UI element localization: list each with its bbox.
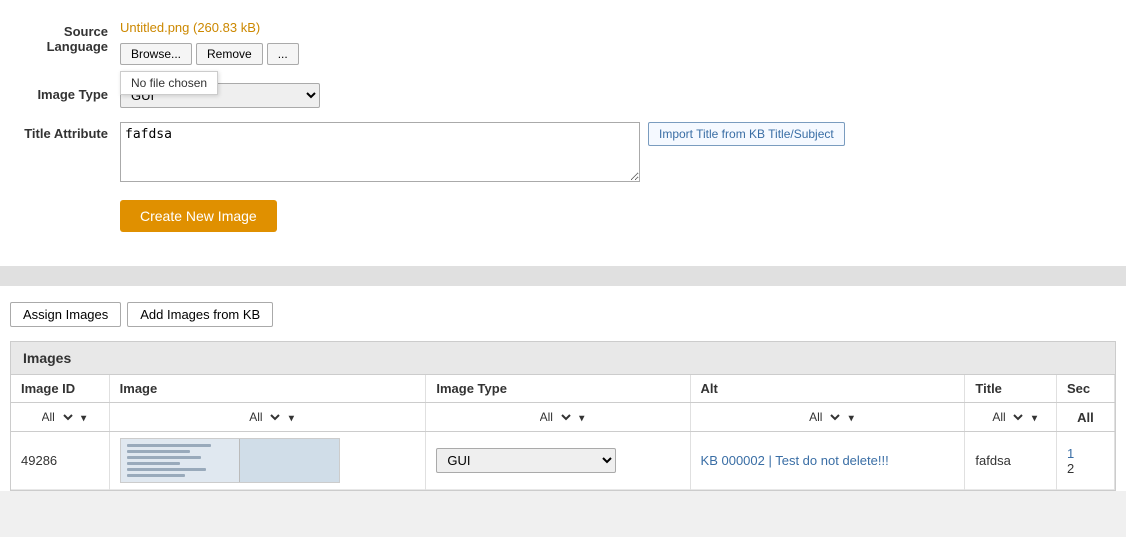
add-images-from-kb-button[interactable]: Add Images from KB: [127, 302, 273, 327]
chevron-down-icon-2: ▾: [289, 413, 294, 424]
image-type-cell-select[interactable]: GUI Screenshot Diagram: [436, 448, 616, 473]
chevron-down-icon: ▾: [81, 413, 86, 424]
sec-2-value: 2: [1067, 461, 1074, 476]
col-sec: Sec: [1056, 375, 1114, 403]
assign-images-button[interactable]: Assign Images: [10, 302, 121, 327]
source-language-label: Source Language: [10, 20, 120, 54]
create-new-image-button[interactable]: Create New Image: [120, 200, 277, 232]
chevron-down-icon-3: ▾: [579, 413, 584, 424]
cell-title: fafdsa: [965, 432, 1057, 490]
table-row: 49286: [11, 432, 1115, 490]
col-title: Title: [965, 375, 1057, 403]
cell-image-id: 49286: [11, 432, 109, 490]
cell-sec: 1 2: [1056, 432, 1114, 490]
browse-button[interactable]: Browse...: [120, 43, 192, 65]
alt-link[interactable]: KB 000002 | Test do not delete!!!: [701, 453, 889, 468]
remove-button[interactable]: Remove: [196, 43, 263, 65]
image-type-label: Image Type: [10, 83, 120, 102]
sec-1-link[interactable]: 1: [1067, 446, 1074, 461]
no-file-chosen-tooltip: No file chosen: [120, 71, 218, 95]
col-image-type: Image Type: [426, 375, 690, 403]
title-attribute-input[interactable]: fafdsa: [120, 122, 640, 182]
col-image-id: Image ID: [11, 375, 109, 403]
ellipsis-button[interactable]: ...: [267, 43, 299, 65]
filter-sec-all: All: [1077, 410, 1094, 425]
file-info: Untitled.png (260.83 kB): [120, 20, 1116, 35]
cell-image-type[interactable]: GUI Screenshot Diagram: [426, 432, 690, 490]
import-title-button[interactable]: Import Title from KB Title/Subject: [648, 122, 845, 146]
title-attribute-label: Title Attribute: [10, 122, 120, 141]
filter-image-type[interactable]: All: [532, 407, 574, 427]
col-alt: Alt: [690, 375, 965, 403]
col-image: Image: [109, 375, 426, 403]
filter-title[interactable]: All: [984, 407, 1026, 427]
filter-image-id[interactable]: All: [34, 407, 76, 427]
images-section-header: Images: [11, 342, 1115, 375]
filter-alt[interactable]: All: [801, 407, 843, 427]
cell-alt: KB 000002 | Test do not delete!!!: [690, 432, 965, 490]
cell-image-thumbnail: [109, 432, 426, 490]
filter-image[interactable]: All: [241, 407, 283, 427]
chevron-down-icon-4: ▾: [849, 413, 854, 424]
chevron-down-icon-5: ▾: [1032, 413, 1037, 424]
